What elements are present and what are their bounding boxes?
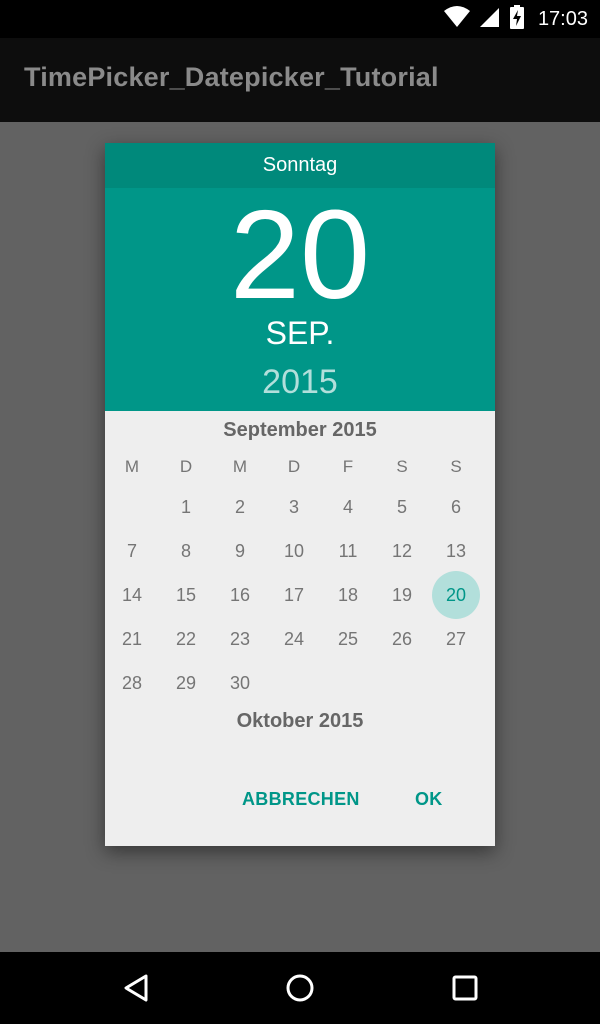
weekday-label: D	[287, 457, 301, 476]
calendar-day[interactable]: 10	[270, 529, 318, 573]
calendar-day[interactable]: 21	[108, 617, 156, 661]
signal-icon	[479, 6, 500, 33]
status-time: 17:03	[537, 7, 588, 30]
calendar-week-row: 7 8 9 10 11 12 13	[105, 529, 495, 573]
calendar-day[interactable]: 27	[432, 617, 480, 661]
calendar-day[interactable]: 13	[432, 529, 480, 573]
calendar-day[interactable]: 9	[216, 529, 264, 573]
header-weekday: Sonntag	[105, 143, 495, 188]
calendar-day[interactable]: 3	[270, 485, 318, 529]
calendar-week-row: 123456	[105, 485, 495, 529]
calendar-day[interactable]: 29	[162, 661, 210, 705]
weekday-label: S	[396, 457, 408, 476]
calendar-day[interactable]: 16	[216, 573, 264, 617]
calendar-week-row: 28 29 30	[105, 661, 495, 705]
calendar-day[interactable]: 6	[432, 485, 480, 529]
calendar-day[interactable]: 25	[324, 617, 372, 661]
ok-button[interactable]: OK	[415, 779, 443, 819]
calendar-week-row: 14 15 16 17 18 19 20	[105, 571, 495, 619]
next-month-title: Oktober 2015	[236, 710, 364, 732]
app-title: TimePicker_Datepicker_Tutorial	[24, 62, 439, 92]
calendar-week-row: 21 22 23 24 25 26 27	[105, 617, 495, 661]
calendar-day[interactable]: 23	[216, 617, 264, 661]
dialog-actions: ABBRECHEN OK	[105, 779, 495, 819]
back-icon[interactable]	[118, 970, 154, 1006]
calendar-day-selected[interactable]: 20	[432, 571, 480, 619]
weekday-label: S	[450, 457, 462, 476]
calendar-day[interactable]: 12	[378, 529, 426, 573]
weekday-label: D	[179, 457, 193, 476]
weekday-labels-row: M D M D F S S	[105, 445, 495, 489]
battery-charging-icon	[509, 4, 524, 34]
status-icons: 17:03	[443, 0, 588, 38]
calendar-day[interactable]: 18	[324, 573, 372, 617]
header-year[interactable]: 2015	[105, 361, 495, 403]
calendar-day[interactable]: 2	[216, 485, 264, 529]
recents-icon[interactable]	[447, 970, 483, 1006]
dialog-header: Sonntag 20 SEP. 2015	[105, 143, 495, 411]
app-bar: TimePicker_Datepicker_Tutorial	[0, 38, 600, 122]
date-picker-dialog: Sonntag 20 SEP. 2015 September 2015 M D …	[105, 143, 495, 846]
wifi-icon	[443, 5, 470, 33]
header-month[interactable]: SEP.	[105, 313, 495, 353]
month-title: September 2015	[223, 419, 377, 441]
calendar-day[interactable]: 5	[378, 485, 426, 529]
calendar-day[interactable]: 1	[162, 485, 210, 529]
calendar-day[interactable]: 8	[162, 529, 210, 573]
weekday-label: F	[342, 457, 354, 476]
calendar-day[interactable]: 19	[378, 573, 426, 617]
calendar-day[interactable]: 15	[162, 573, 210, 617]
calendar-day[interactable]: 30	[216, 661, 264, 705]
status-bar: 17:03	[0, 0, 600, 38]
weekday-label: M	[124, 457, 140, 476]
calendar-day[interactable]: 14	[108, 573, 156, 617]
calendar-day[interactable]: 11	[324, 529, 372, 573]
calendar-day[interactable]: 7	[108, 529, 156, 573]
calendar-day[interactable]: 28	[108, 661, 156, 705]
calendar-day[interactable]: 22	[162, 617, 210, 661]
navigation-bar	[0, 952, 600, 1024]
header-day[interactable]: 20	[105, 185, 495, 325]
weekday-label: M	[232, 457, 248, 476]
calendar-day[interactable]: 17	[270, 573, 318, 617]
home-icon[interactable]	[282, 970, 318, 1006]
cancel-button[interactable]: ABBRECHEN	[242, 779, 360, 819]
calendar-day[interactable]: 4	[324, 485, 372, 529]
calendar-day[interactable]: 26	[378, 617, 426, 661]
calendar-day[interactable]: 24	[270, 617, 318, 661]
